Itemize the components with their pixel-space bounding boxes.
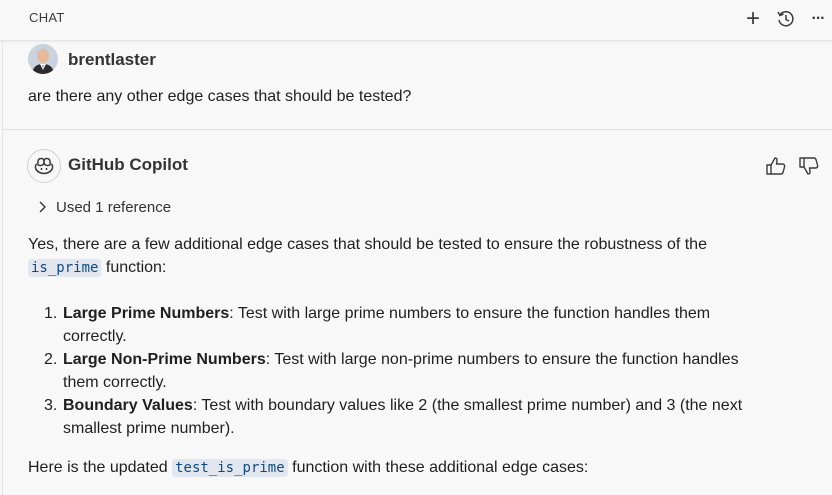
list-item-text: : Test with large non-prime numbers to e…	[265, 351, 739, 368]
assistant-intro: Yes, there are a few additional edge cas…	[28, 233, 808, 280]
list-item-title: Large Prime Numbers	[63, 305, 230, 322]
copilot-avatar	[27, 149, 61, 183]
intro-text-1: Yes, there are a few additional edge cas…	[28, 236, 707, 253]
outro-text-1: Here is the updated	[28, 459, 173, 476]
history-icon	[777, 11, 794, 27]
edge-case-list: 1. Large Prime Numbers: Test with large …	[28, 302, 808, 440]
list-item-number: 3.	[44, 397, 58, 414]
intro-text-2: function:	[101, 259, 167, 276]
thumbs-up-icon	[766, 157, 786, 175]
list-item-number: 1.	[44, 305, 58, 322]
list-item-text: : Test with large prime numbers to ensur…	[229, 305, 711, 322]
references-label: Used 1 reference	[56, 198, 172, 216]
copilot-icon	[34, 157, 54, 175]
list-item-text: : Test with boundary values like 2 (the …	[192, 397, 743, 414]
message-divider	[3, 129, 832, 130]
list-item-number: 2.	[44, 351, 58, 368]
list-item-title: Large Non-Prime Numbers	[63, 351, 266, 368]
chevron-right-icon	[39, 201, 46, 213]
thumbs-down-icon	[799, 157, 819, 175]
outro-text-2: function with these additional edge case…	[287, 459, 589, 476]
more-icon: ···	[811, 10, 826, 27]
code-test-is-prime: test_is_prime	[172, 459, 288, 477]
chat-header: CHAT + ···	[0, 0, 832, 41]
list-item: 2. Large Non-Prime Numbers: Test with la…	[28, 348, 808, 394]
list-item: 3. Boundary Values: Test with boundary v…	[28, 394, 808, 440]
new-chat-icon: +	[745, 5, 760, 32]
assistant-author-name: GitHub Copilot	[68, 155, 188, 174]
list-item-title: Boundary Values	[63, 397, 193, 414]
thumbs-up-button[interactable]	[765, 156, 787, 176]
user-message-text: are there any other edge cases that shou…	[28, 88, 412, 105]
thumbs-down-button[interactable]	[798, 156, 820, 176]
user-avatar	[28, 44, 58, 74]
references-toggle[interactable]: Used 1 reference	[36, 197, 171, 217]
chat-title: CHAT	[29, 10, 65, 25]
list-item: 1. Large Prime Numbers: Test with large …	[28, 302, 808, 348]
list-item-text-cont: smallest prime number).	[63, 420, 235, 437]
user-author-name: brentlaster	[68, 50, 156, 69]
list-item-text-cont: them correctly.	[63, 374, 167, 391]
list-item-text-cont: correctly.	[63, 328, 127, 345]
assistant-outro: Here is the updated test_is_prime functi…	[28, 456, 808, 480]
panel-border	[2, 40, 3, 495]
code-is-prime: is_prime	[28, 259, 102, 277]
more-actions-button[interactable]: ···	[806, 7, 830, 31]
history-button[interactable]	[774, 7, 798, 31]
new-chat-button[interactable]: +	[741, 7, 765, 31]
